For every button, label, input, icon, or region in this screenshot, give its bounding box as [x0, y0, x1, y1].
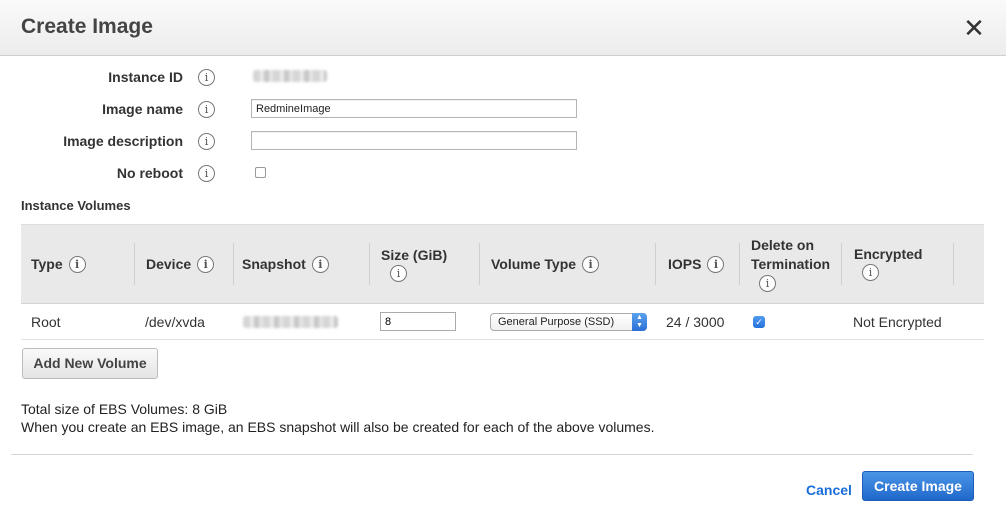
column-header-volume-type: Volume Type i: [491, 255, 600, 274]
volume-type-selected: General Purpose (SSD): [498, 316, 615, 328]
column-header-snapshot-label: Snapshot: [242, 256, 306, 272]
row-type: Root: [31, 314, 61, 330]
image-name-info-icon[interactable]: i: [198, 101, 215, 118]
column-header-size: Size (GiB): [381, 247, 448, 263]
column-header-device: Device i: [146, 255, 215, 274]
dialog-title: Create Image: [21, 15, 153, 38]
column-divider: [841, 243, 842, 285]
column-header-delete-on-termination-line2: Termination: [751, 256, 831, 272]
image-description-info-icon[interactable]: i: [198, 133, 215, 150]
image-description-label: Image description: [63, 133, 183, 149]
volumes-table-header: Type i Device i Snapshot i Size (GiB) i Vol…: [21, 224, 984, 304]
column-header-encrypted: Encrypted: [854, 246, 923, 262]
size-input[interactable]: [380, 312, 456, 331]
column-header-iops-label: IOPS: [668, 256, 702, 272]
instance-id-value: [253, 70, 327, 82]
encrypted-info-icon[interactable]: i: [862, 264, 879, 281]
row-iops: 24 / 3000: [666, 314, 725, 330]
column-divider: [655, 243, 656, 285]
type-info-icon[interactable]: i: [68, 255, 86, 273]
add-new-volume-button[interactable]: Add New Volume: [22, 348, 158, 379]
image-name-input[interactable]: [251, 99, 577, 118]
instance-id-label: Instance ID: [108, 69, 183, 85]
row-snapshot-value: [243, 316, 338, 328]
row-encrypted: Not Encrypted: [853, 314, 942, 330]
delete-on-termination-info-icon[interactable]: i: [759, 275, 776, 292]
iops-info-icon[interactable]: i: [707, 255, 725, 273]
column-divider: [479, 243, 480, 285]
column-header-delete-on-termination-line1: Delete on: [751, 237, 815, 253]
column-header-iops: IOPS i: [668, 255, 725, 274]
column-header-volume-type-label: Volume Type: [491, 256, 577, 272]
snapshot-note: When you create an EBS image, an EBS sna…: [21, 419, 655, 435]
no-reboot-checkbox[interactable]: [255, 167, 266, 178]
column-header-type-label: Type: [31, 256, 63, 272]
row-device: /dev/xvda: [145, 314, 205, 330]
column-header-snapshot: Snapshot i: [242, 255, 329, 274]
image-name-label: Image name: [102, 101, 183, 117]
cancel-button[interactable]: Cancel: [806, 482, 852, 498]
instance-id-info-icon[interactable]: i: [198, 69, 215, 86]
dialog-header: Create Image ✕: [0, 0, 1006, 56]
volume-type-info-icon[interactable]: i: [582, 255, 600, 273]
footer-divider: [11, 454, 973, 455]
column-divider: [739, 243, 740, 285]
column-divider: [369, 243, 370, 285]
no-reboot-label: No reboot: [116, 165, 183, 181]
chevron-updown-icon: ▲ ▼: [632, 313, 647, 331]
snapshot-info-icon[interactable]: i: [311, 255, 329, 273]
delete-on-termination-checkbox[interactable]: ✓: [753, 316, 765, 328]
instance-volumes-title: Instance Volumes: [21, 198, 131, 213]
no-reboot-info-icon[interactable]: i: [198, 165, 215, 182]
column-header-device-label: Device: [146, 256, 192, 272]
create-image-button[interactable]: Create Image: [862, 471, 974, 501]
column-divider: [953, 243, 954, 285]
volume-type-select[interactable]: General Purpose (SSD) ▲ ▼: [490, 313, 647, 331]
column-header-type: Type i: [31, 255, 86, 274]
close-icon[interactable]: ✕: [962, 14, 986, 42]
size-info-icon[interactable]: i: [390, 265, 407, 282]
image-description-input[interactable]: [251, 131, 577, 150]
column-divider: [233, 243, 234, 285]
device-info-icon[interactable]: i: [197, 255, 215, 273]
column-divider: [134, 243, 135, 285]
total-size-note: Total size of EBS Volumes: 8 GiB: [21, 401, 228, 417]
